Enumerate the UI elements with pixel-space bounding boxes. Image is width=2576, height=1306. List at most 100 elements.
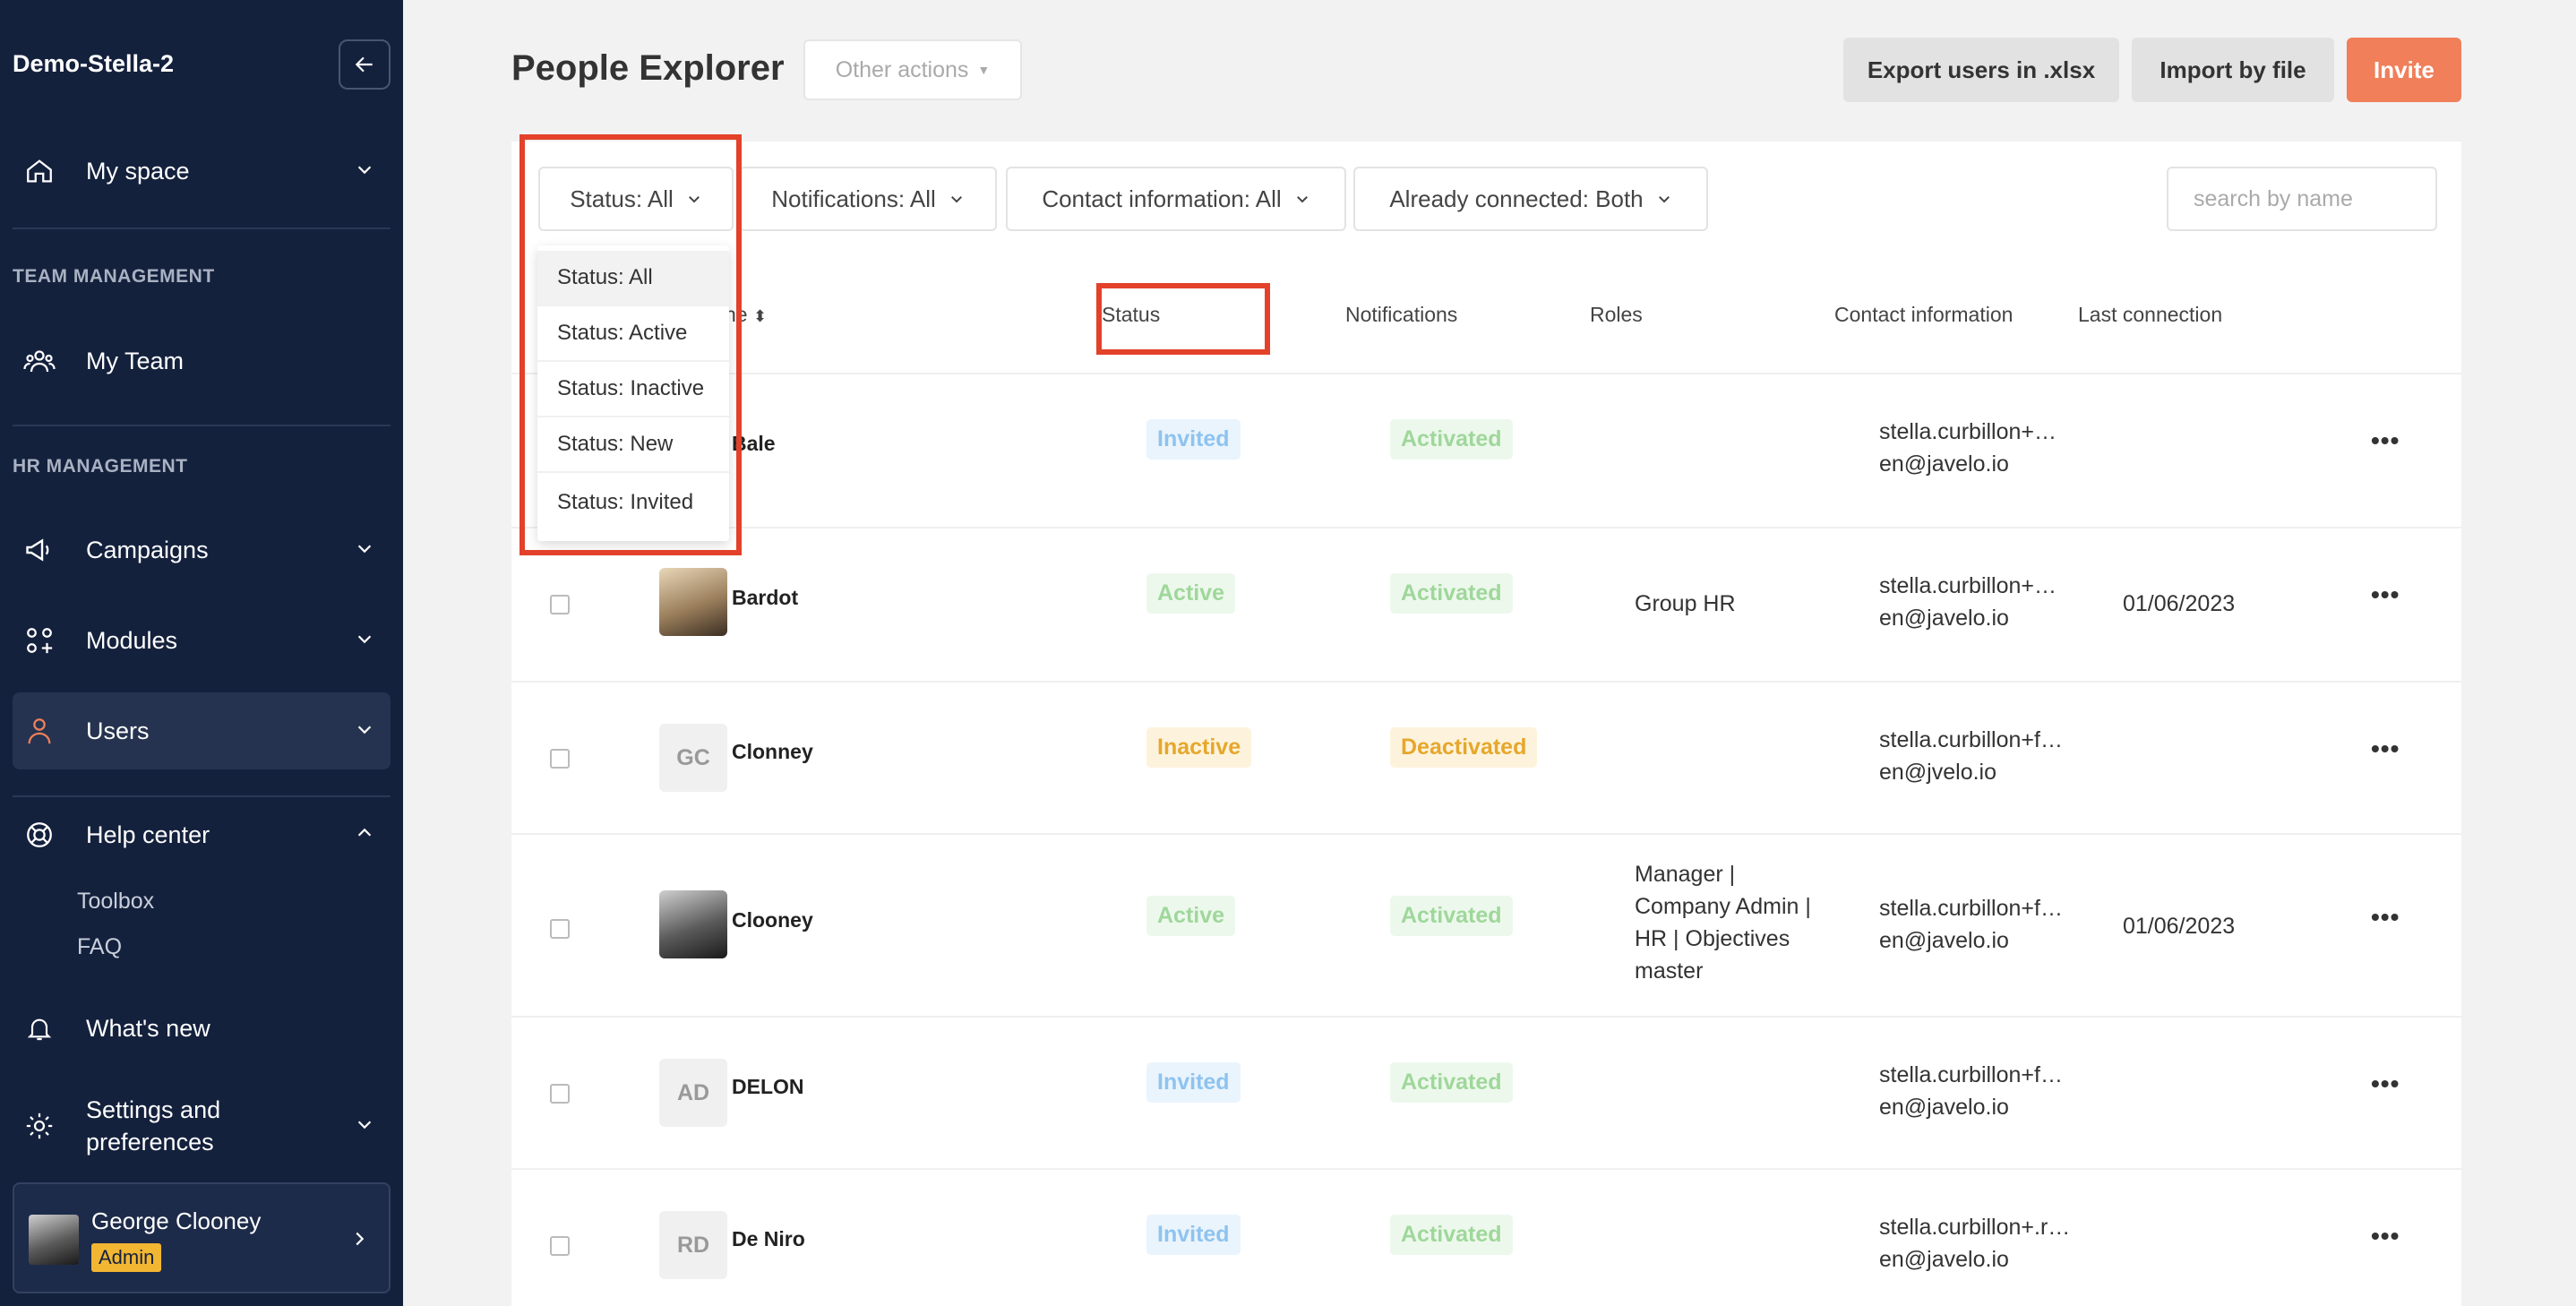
divider [13,228,391,229]
table-row[interactable]: Clooney Active Activated Manager | Compan… [511,833,2461,1016]
sidebar: Demo-Stella-2 My space TEAM MANAGEMENT M… [0,0,403,1306]
table-row[interactable]: AD DELON Invited Activated stella.curbil… [511,1016,2461,1168]
table-row[interactable]: GC Clonney Inactive Deactivated stella.c… [511,681,2461,833]
chevron-down-icon [357,545,372,554]
user-name[interactable]: De Niro [732,1227,805,1251]
row-actions-menu[interactable]: ••• [2371,1222,2400,1250]
notification-badge: Activated [1390,1062,1513,1103]
table-row[interactable]: Bale Invited Activated stella.curbillon+… [511,373,2461,527]
row-actions-menu[interactable]: ••• [2371,903,2400,932]
chevron-down-icon [950,196,962,203]
row-checkbox[interactable] [550,1084,570,1104]
row-checkbox[interactable] [550,919,570,939]
nav-users[interactable]: Users [13,692,391,769]
home-icon [21,153,57,189]
role-line: master [1635,958,1704,984]
row-actions-menu[interactable]: ••• [2371,1070,2400,1098]
row-checkbox[interactable] [550,1236,570,1256]
user-name[interactable]: Clooney [732,908,813,932]
lifebuoy-icon [21,817,57,853]
other-actions-dropdown[interactable]: Other actions ▼ [803,39,1022,100]
chevron-down-icon [1658,196,1670,203]
connected-filter[interactable]: Already connected: Both [1353,167,1708,231]
nav-faq[interactable]: FAQ [77,934,122,960]
contact-line1: stella.curbillon+f… [1879,1062,2063,1087]
last-connection: 01/06/2023 [2123,591,2236,616]
nav-label: What's new [86,1014,210,1042]
nav-label: My Team [86,347,185,374]
nav-settings[interactable]: Settings and preferences [13,1087,391,1164]
row-actions-menu[interactable]: ••• [2371,580,2400,609]
nav-label: Settings and preferences [86,1094,220,1158]
people-table-panel: Status: All Notifications: All Contact i… [511,142,2461,1306]
user-icon [21,713,57,749]
current-user-card[interactable]: George Clooney Admin [13,1182,391,1293]
avatar-initials: RD [659,1211,727,1279]
column-notifications: Notifications [1345,303,1458,326]
nav-modules[interactable]: Modules [13,602,391,679]
status-badge: Active [1146,573,1236,614]
contact-line2: en@javelo.io [1879,606,2009,631]
user-name[interactable]: DELON [732,1075,804,1099]
workspace-name: Demo-Stella-2 [13,50,175,77]
contact-line2: en@javelo.io [1879,928,2009,953]
bell-icon [21,1010,57,1046]
collapse-sidebar-button[interactable] [339,39,391,90]
table-row[interactable]: RD De Niro Invited Activated stella.curb… [511,1168,2461,1306]
contact-line2: en@jvelo.io [1879,760,1997,785]
contact-info: stella.curbillon+… en@javelo.io [1879,416,2057,480]
search-input[interactable] [2167,167,2437,231]
nav-label: Help center [86,821,210,848]
avatar-initials: AD [659,1059,727,1127]
user-name: George Clooney [91,1207,262,1234]
contact-info: stella.curbillon+f… en@javelo.io [1879,1059,2063,1123]
contact-line1: stella.curbillon+… [1879,573,2057,598]
user-name[interactable]: Bardot [732,586,798,610]
nav-toolbox[interactable]: Toolbox [77,889,154,915]
page-title: People Explorer [511,48,785,88]
contact-filter[interactable]: Contact information: All [1006,167,1346,231]
section-hr-management: HR MANAGEMENT [13,456,188,477]
nav-whats-new[interactable]: What's new [13,990,391,1067]
user-name[interactable]: Clonney [732,740,813,764]
import-file-button[interactable]: Import by file [2132,38,2334,102]
sort-icon[interactable]: ⬍ [753,307,767,325]
status-badge: Inactive [1146,727,1252,768]
nav-campaigns[interactable]: Campaigns [13,511,391,589]
nav-my-space[interactable]: My space [13,133,391,210]
filter-label: Contact information: All [1042,185,1282,212]
contact-info: stella.curbillon+f… en@jvelo.io [1879,724,2063,788]
role-line: HR | Objectives [1635,926,1790,951]
contact-line2: en@javelo.io [1879,1095,2009,1120]
chevron-right-icon [356,1232,365,1246]
export-users-button[interactable]: Export users in .xlsx [1843,38,2119,102]
status-badge: Invited [1146,1062,1241,1103]
nav-my-team[interactable]: My Team [13,322,391,400]
gear-icon [21,1108,57,1144]
nav-label: Modules [86,626,178,654]
roles: Manager | Company Admin | HR | Objectives m… [1635,858,1811,987]
team-icon [21,343,57,379]
last-connection: 01/06/2023 [2123,914,2236,939]
megaphone-icon [21,532,57,568]
nav-help-center[interactable]: Help center [13,796,391,873]
row-checkbox[interactable] [550,595,570,614]
contact-line2: en@javelo.io [1879,451,2009,477]
filter-label: Already connected: Both [1389,185,1644,212]
column-last-connection: Last connection [2078,303,2223,326]
chevron-down-icon [357,166,372,175]
table-row[interactable]: Bardot Active Activated Group HR stella.… [511,527,2461,681]
settings-line2: preferences [86,1129,214,1156]
row-checkbox[interactable] [550,749,570,769]
invite-button[interactable]: Invite [2347,38,2461,102]
nav-label: Users [86,717,150,744]
contact-line1: stella.curbillon+f… [1879,727,2063,752]
row-actions-menu[interactable]: ••• [2371,735,2400,763]
contact-info: stella.curbillon+.r… en@javelo.io [1879,1211,2070,1276]
highlight-status-column [1096,283,1270,355]
row-actions-menu[interactable]: ••• [2371,426,2400,455]
notifications-filter[interactable]: Notifications: All [739,167,997,231]
arrow-left-icon [355,56,373,73]
contact-info: stella.curbillon+… en@javelo.io [1879,570,2057,634]
filter-label: Notifications: All [771,185,936,212]
